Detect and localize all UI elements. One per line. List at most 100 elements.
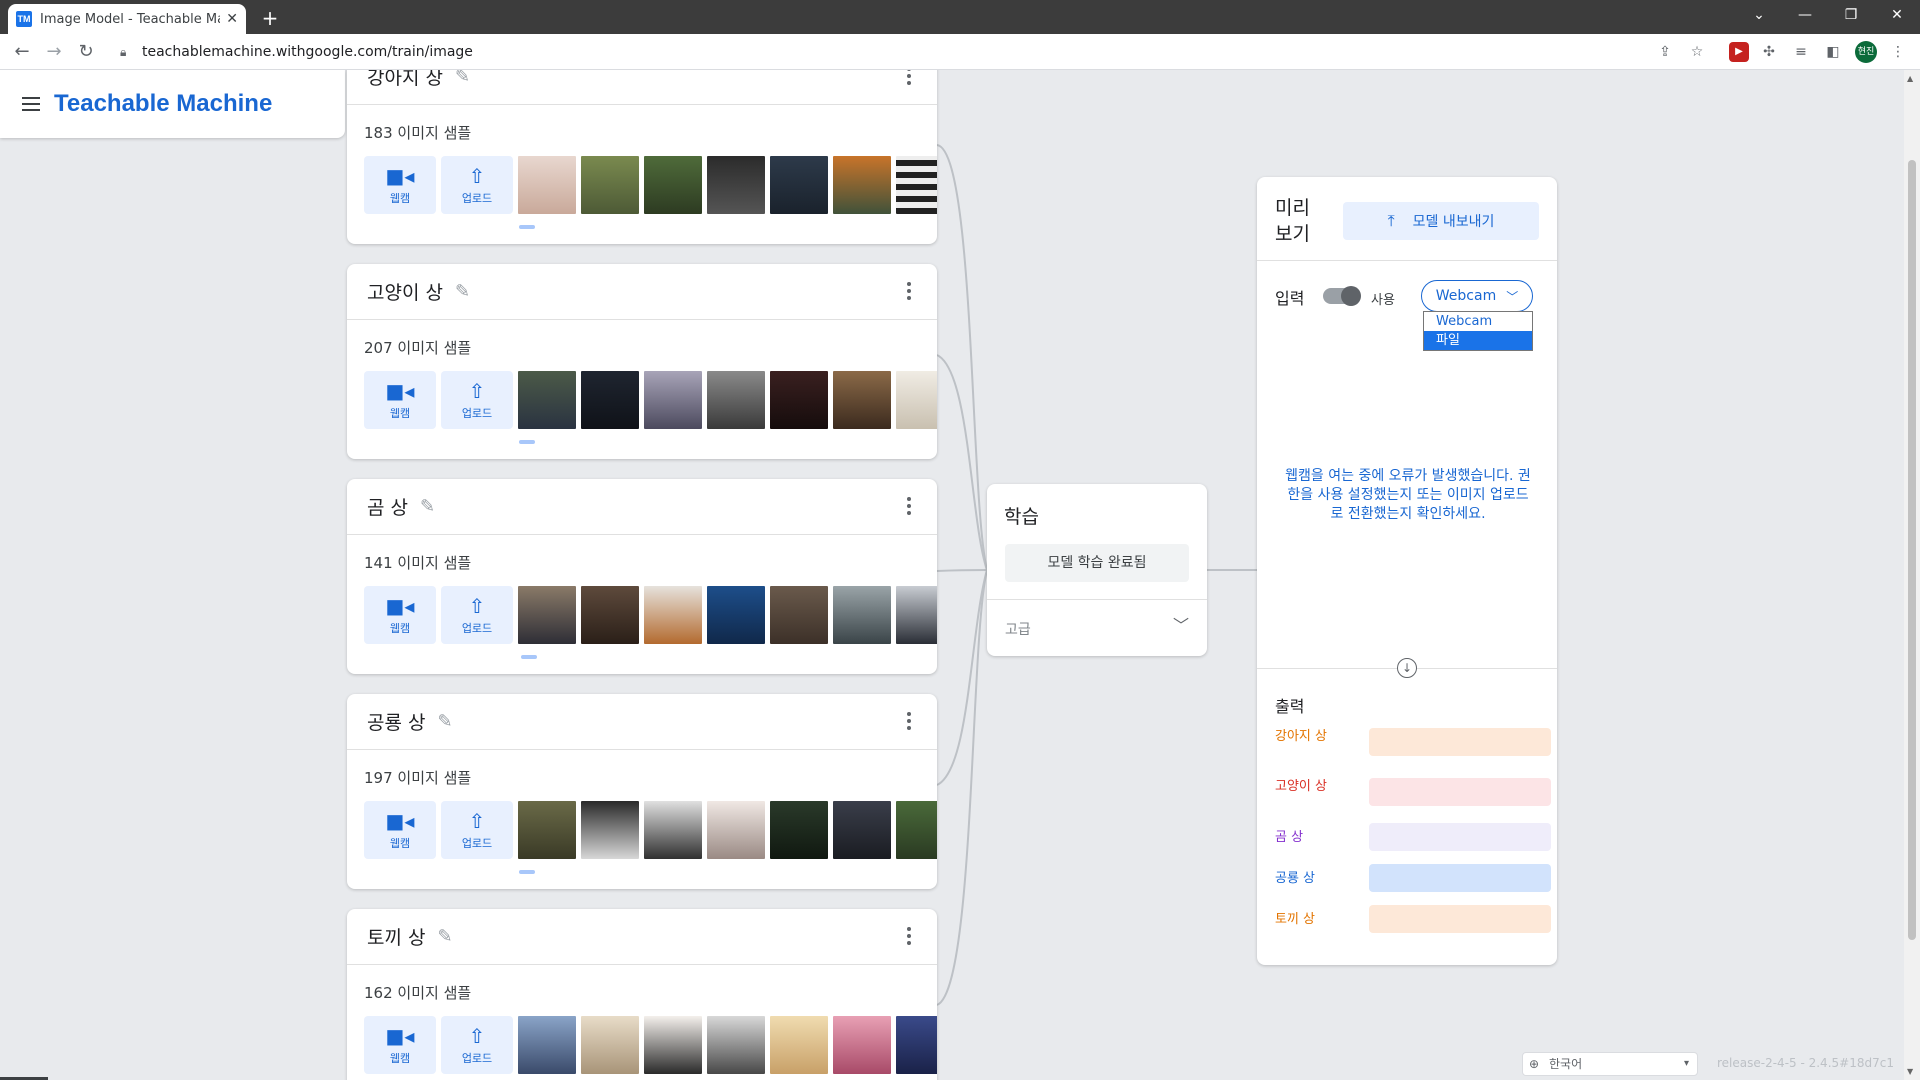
edit-pencil-icon[interactable]: ✎ [437,926,452,947]
menu-icon[interactable] [22,97,40,111]
upload-button[interactable]: ⇧ 업로드 [441,371,513,429]
more-options-icon[interactable] [907,497,911,515]
restore-icon[interactable]: ❐ [1828,0,1874,30]
sample-thumbnail[interactable] [518,156,576,214]
sample-thumbnail[interactable] [581,586,639,644]
sample-thumbnail[interactable] [896,1016,937,1074]
class-name[interactable]: 곰 상 [367,493,408,520]
sample-thumbnail[interactable] [518,586,576,644]
class-name[interactable]: 고양이 상 [367,278,443,305]
sample-thumbnail[interactable] [518,801,576,859]
edit-pencil-icon[interactable]: ✎ [455,281,470,302]
sample-thumbnail[interactable] [644,371,702,429]
dropdown-option-file[interactable]: 파일 [1424,331,1532,350]
sample-thumbnail[interactable] [770,586,828,644]
edit-pencil-icon[interactable]: ✎ [420,496,435,517]
minimize-icon[interactable]: — [1782,0,1828,30]
sample-thumbnail[interactable] [581,1016,639,1074]
sample-thumbnail[interactable] [833,801,891,859]
sample-thumbnail[interactable] [644,1016,702,1074]
scrollbar-thumb[interactable] [1908,160,1916,940]
upload-button[interactable]: ⇧ 업로드 [441,156,513,214]
more-options-icon[interactable] [907,282,911,300]
sample-thumbnail[interactable] [644,801,702,859]
train-model-button[interactable]: 모델 학습 완료됨 [1005,544,1189,582]
sample-thumbnail[interactable] [518,371,576,429]
sample-thumbnail[interactable] [770,156,828,214]
back-icon[interactable]: ← [10,40,34,64]
class-name[interactable]: 공룡 상 [367,708,425,735]
upload-button[interactable]: ⇧ 업로드 [441,586,513,644]
sample-thumbnail[interactable] [896,156,937,214]
reload-icon[interactable]: ↻ [74,40,98,64]
forward-icon[interactable]: → [42,40,66,64]
side-panel-icon[interactable]: ◧ [1823,42,1843,62]
profile-avatar[interactable]: 현진 [1855,41,1877,63]
sample-thumbnail[interactable] [770,801,828,859]
sample-thumbnail[interactable] [644,586,702,644]
sample-thumbnail[interactable] [833,156,891,214]
scroll-down-icon[interactable]: ▼ [1907,1067,1913,1076]
app-logo[interactable]: Teachable Machine [54,90,272,118]
webcam-button[interactable]: ■◂ 웹캠 [364,1016,436,1074]
reading-list-icon[interactable]: ≡ [1791,42,1811,62]
page-scrollbar[interactable]: ▲ ▼ [1904,70,1920,1080]
sample-thumbnail[interactable] [581,156,639,214]
thumbnail-scrollbar[interactable] [519,440,535,444]
sample-thumbnail[interactable] [644,156,702,214]
url-field[interactable]: 🔒︎ teachablemachine.withgoogle.com/train… [110,40,1670,64]
share-icon[interactable]: ⇪ [1655,42,1675,62]
sample-thumbnail[interactable] [833,371,891,429]
class-name[interactable]: 강아지 상 [367,70,443,90]
thumbnail-scrollbar[interactable] [521,655,537,659]
sample-thumbnail[interactable] [581,371,639,429]
close-window-icon[interactable]: ✕ [1874,0,1920,30]
sample-thumbnail[interactable] [770,371,828,429]
browser-tab[interactable]: TM Image Model - Teachable Mach ✕ [8,4,246,34]
sample-thumbnail[interactable] [581,801,639,859]
arrow-down-icon: ↓ [1397,658,1417,678]
sample-thumbnail[interactable] [833,586,891,644]
edit-pencil-icon[interactable]: ✎ [437,711,452,732]
sample-thumbnail[interactable] [707,801,765,859]
sample-thumbnail[interactable] [707,586,765,644]
extension-red-icon[interactable]: ▶ [1729,42,1749,62]
more-options-icon[interactable] [907,70,911,85]
class-card: 공룡 상 ✎ 197 이미지 샘플 ■◂ 웹캠 ⇧ 업로드 [347,694,937,889]
input-toggle[interactable] [1323,286,1361,306]
sample-thumbnail[interactable] [518,1016,576,1074]
browser-menu-icon[interactable]: ⋮ [1888,42,1908,62]
export-model-button[interactable]: ⤒ 모델 내보내기 [1343,202,1539,240]
webcam-button[interactable]: ■◂ 웹캠 [364,371,436,429]
edit-pencil-icon[interactable]: ✎ [455,70,470,87]
chevron-down-icon[interactable]: ﹀ [1173,612,1189,636]
webcam-button[interactable]: ■◂ 웹캠 [364,586,436,644]
input-source-select[interactable]: Webcam ﹀ [1421,280,1533,312]
dropdown-option-webcam[interactable]: Webcam [1424,312,1532,331]
upload-button[interactable]: ⇧ 업로드 [441,801,513,859]
sample-thumbnail[interactable] [707,156,765,214]
webcam-button[interactable]: ■◂ 웹캠 [364,156,436,214]
scroll-up-icon[interactable]: ▲ [1907,74,1913,83]
sample-thumbnail[interactable] [896,586,937,644]
language-select[interactable]: ⊕ 한국어 ▾ [1522,1052,1698,1076]
advanced-toggle[interactable]: 고급 [1005,619,1031,639]
sample-thumbnail[interactable] [896,371,937,429]
new-tab-icon[interactable]: + [258,6,282,30]
bookmark-star-icon[interactable]: ☆ [1687,42,1707,62]
more-options-icon[interactable] [907,712,911,730]
tab-search-icon[interactable]: ⌄ [1736,0,1782,30]
sample-thumbnail[interactable] [896,801,937,859]
upload-button[interactable]: ⇧ 업로드 [441,1016,513,1074]
more-options-icon[interactable] [907,927,911,945]
sample-thumbnail[interactable] [833,1016,891,1074]
thumbnail-scrollbar[interactable] [519,225,535,229]
sample-thumbnail[interactable] [707,1016,765,1074]
extensions-puzzle-icon[interactable]: ✣ [1759,42,1779,62]
webcam-button[interactable]: ■◂ 웹캠 [364,801,436,859]
sample-thumbnail[interactable] [707,371,765,429]
sample-thumbnail[interactable] [770,1016,828,1074]
thumbnail-scrollbar[interactable] [519,870,535,874]
close-tab-icon[interactable]: ✕ [226,11,238,27]
class-name[interactable]: 토끼 상 [367,923,425,950]
